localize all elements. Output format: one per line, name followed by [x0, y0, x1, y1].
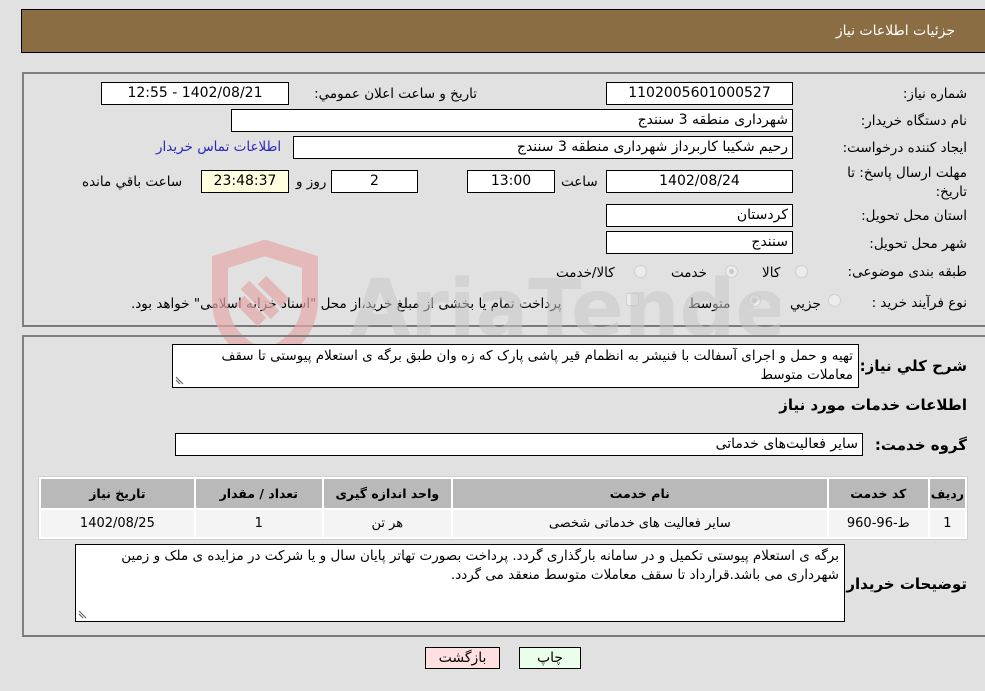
service-group-label: گروه خدمت:	[874, 436, 967, 454]
remaining-time-label: ساعت باقي مانده	[82, 174, 183, 190]
announce-datetime-field: 1402/08/21 - 12:55	[101, 82, 289, 105]
deadline-time-label: ساعت	[561, 174, 598, 190]
description-label: شرح کلي نياز:	[859, 357, 967, 375]
treasury-note: پرداخت تمام يا بخشی از مبلغ خريد،از محل …	[131, 296, 562, 312]
purchase-type-option-minor: جزيي	[790, 296, 821, 312]
description-textarea[interactable]: تهیه و حمل و اجرای آسفالت با فنیشر به ان…	[172, 344, 859, 388]
creator-label: ايجاد کننده درخواست:	[842, 140, 967, 156]
category-radio-service[interactable]	[725, 265, 738, 278]
province-label: استان محل تحويل:	[861, 208, 967, 224]
print-button[interactable]: چاپ	[519, 647, 581, 669]
cell-unit: هر تن	[323, 510, 451, 537]
purchase-type-radio-medium[interactable]	[748, 294, 761, 307]
services-heading: اطلاعات خدمات مورد نياز	[779, 396, 967, 414]
page-header: جزئیات اطلاعات نیاز	[21, 9, 985, 53]
cell-row-number: 1	[929, 510, 965, 537]
table-row: 1 ط-96-960 ساير فعاليت های خدماتی شخصی ه…	[41, 510, 965, 537]
description-text: تهیه و حمل و اجرای آسفالت با فنیشر به ان…	[221, 348, 854, 383]
city-label: شهر محل تحويل:	[869, 236, 967, 252]
category-option-goods: کالا	[762, 265, 781, 281]
buyer-notes-text: برگه ی استعلام پیوستی تکمیل و در سامانه …	[121, 548, 839, 583]
cell-service-code: ط-96-960	[828, 510, 928, 537]
province-field: کردستان	[606, 204, 793, 227]
services-table: رديف کد خدمت نام خدمت واحد اندازه گيری ت…	[38, 476, 968, 540]
cell-service-name: ساير فعاليت های خدماتی شخصی	[452, 510, 827, 537]
deadline-time-field: 13:00	[467, 170, 555, 193]
need-number-field: 1102005601000527	[606, 82, 793, 105]
purchase-type-radio-minor[interactable]	[828, 294, 841, 307]
back-button[interactable]: بازگشت	[425, 647, 500, 669]
column-header-unit: واحد اندازه گيری	[323, 479, 451, 508]
resize-grip-icon[interactable]	[175, 376, 184, 385]
page-title: جزئیات اطلاعات نیاز	[835, 23, 955, 39]
column-header-row-number: رديف	[929, 479, 965, 508]
column-header-service-code: کد خدمت	[828, 479, 928, 508]
announce-label: تاریخ و ساعت اعلان عمومي:	[314, 86, 477, 102]
buyer-org-field: شهرداری منطقه 3 سنندج	[231, 109, 793, 132]
resize-grip-icon[interactable]	[78, 610, 87, 619]
category-label: طبقه بندی موضوعی:	[847, 264, 967, 280]
buyer-org-label: نام دستگاه خريدار:	[860, 113, 967, 129]
buyer-contact-link[interactable]: اطلاعات تماس خريدار	[156, 139, 281, 155]
purchase-type-label: نوع فرآيند خريد :	[871, 295, 967, 311]
creator-field: رحیم شکیبا کاربرداز شهرداری منطقه 3 سنند…	[293, 136, 793, 159]
cell-quantity: 1	[195, 510, 322, 537]
need-number-label: شماره نیاز:	[902, 86, 967, 102]
service-group-field: ساير فعاليت‌هاى خدماتى	[175, 433, 863, 456]
category-radio-goods[interactable]	[795, 265, 808, 278]
deadline-label: مهلت ارسال پاسخ: تا تاریخ:	[847, 165, 967, 200]
purchase-type-option-medium: متوسط	[688, 296, 731, 312]
buyer-notes-textarea[interactable]: برگه ی استعلام پیوستی تکمیل و در سامانه …	[75, 544, 845, 622]
column-header-quantity: تعداد / مقدار	[195, 479, 322, 508]
column-header-need-date: تاريخ نياز	[41, 479, 194, 508]
days-label: روز و	[296, 174, 327, 190]
table-header-row: رديف کد خدمت نام خدمت واحد اندازه گيری ت…	[41, 479, 965, 508]
deadline-date-field: 1402/08/24	[606, 170, 793, 193]
buyer-notes-label: توضيحات خريدار:	[840, 575, 967, 593]
cell-need-date: 1402/08/25	[41, 510, 194, 537]
city-field: سنندج	[606, 231, 793, 254]
days-remaining-field: 2	[331, 170, 418, 193]
category-radio-goods-service[interactable]	[634, 265, 647, 278]
remaining-time-field: 23:48:37	[201, 170, 289, 193]
category-option-service: خدمت	[671, 265, 707, 281]
column-header-service-name: نام خدمت	[452, 479, 827, 508]
treasury-checkbox[interactable]	[626, 293, 639, 306]
category-option-goods-service: کالا/خدمت	[556, 265, 615, 281]
